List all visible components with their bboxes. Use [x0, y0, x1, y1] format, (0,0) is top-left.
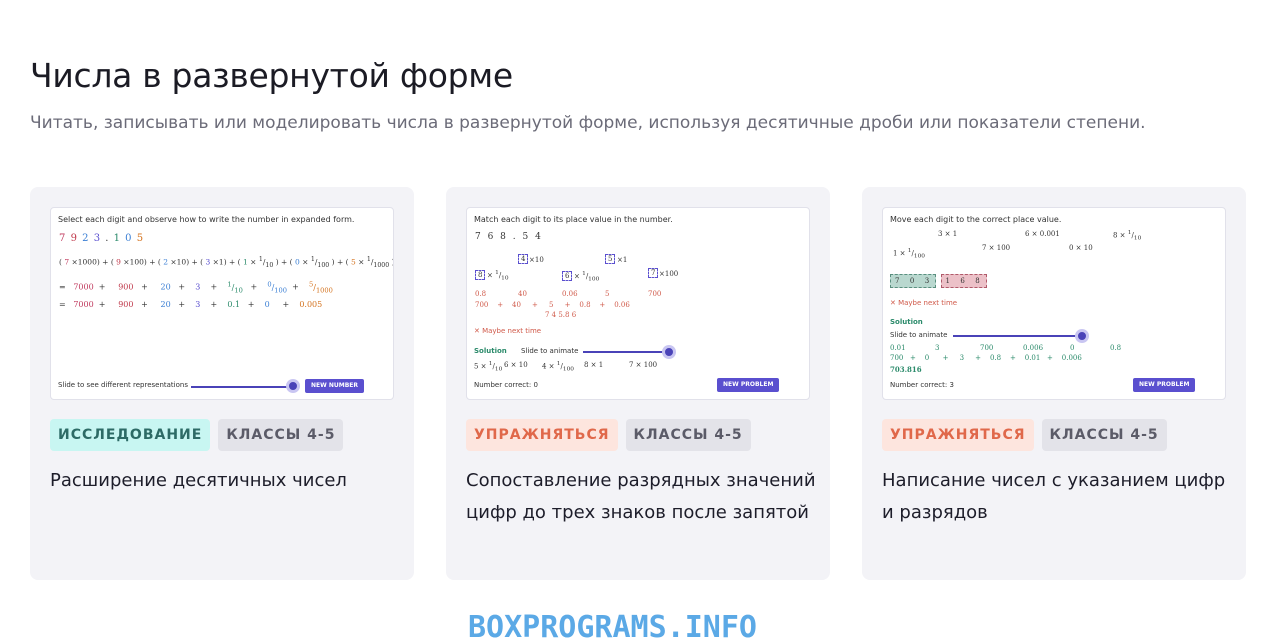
animate-slider-knob[interactable] — [662, 345, 676, 359]
answer-digits: 7 4 5.8 6 — [545, 311, 577, 319]
thumb-instruction: Match each digit to its place value in t… — [474, 215, 673, 224]
activity-thumbnail[interactable]: Select each digit and observe how to wri… — [50, 207, 394, 400]
tag-type: УПРАЖНЯТЬСЯ — [882, 419, 1034, 451]
representation-slider-track[interactable] — [191, 386, 291, 388]
feedback-text: ✕ Maybe next time — [474, 327, 542, 335]
card-title[interactable]: Написание чисел с указанием цифр и разря… — [882, 465, 1232, 529]
new-problem-button[interactable]: NEW PROBLEM — [717, 378, 780, 392]
card-title[interactable]: Сопоставление разрядных значений цифр до… — [466, 465, 816, 529]
page-subtitle: Читать, записывать или моделировать числ… — [30, 113, 1146, 133]
activity-thumbnail[interactable]: Match each digit to its place value in t… — [466, 207, 810, 400]
solution-answer: 703.816 — [890, 365, 922, 374]
tag-grade: КЛАССЫ 4-5 — [625, 419, 751, 451]
slide-label: Slide to animate — [890, 331, 948, 339]
slide-label: Slide to animate — [521, 347, 579, 355]
tag-grade: КЛАССЫ 4-5 — [1041, 419, 1167, 451]
new-problem-button[interactable]: NEW PROBLEM — [1133, 378, 1196, 392]
thumb-row2: = 7000 + 900 + 20 + 3 + 0.1 + 0 + 0.005 — [59, 300, 323, 309]
expanded-sum-row: 700 + 40 + 5 + 0.8 + 0.06 — [475, 301, 630, 309]
score-text: Number correct: 0 — [474, 381, 538, 389]
solution-label: Solution — [890, 318, 923, 326]
solution-sum-row: 700 + 0 + 3 + 0.8 + 0.01 + 0.006 — [890, 354, 1082, 362]
solution-label: Solution — [474, 347, 507, 355]
activity-card-writing-numbers[interactable]: Move each digit to the correct place val… — [862, 187, 1246, 580]
card-tags: УПРАЖНЯТЬСЯ КЛАССЫ 4-5 — [882, 419, 1167, 451]
thumb-row1: = 7000 + 900 + 20 + 3 + 1/10 + 0/100 + 5… — [59, 280, 333, 295]
draggable-terms[interactable]: 3 × 1 6 × 0.001 8 × 1/10 1 × 1/100 7 × 1… — [890, 230, 1220, 270]
activity-card-matching-place-values[interactable]: Match each digit to its place value in t… — [446, 187, 830, 580]
card-tags: УПРАЖНЯТЬСЯ КЛАССЫ 4-5 — [466, 419, 751, 451]
thumb-expression: ( 7 ×1000) + ( 9 ×100) + ( 2 ×10) + ( 3 … — [59, 256, 393, 269]
animate-slider-knob[interactable] — [1075, 329, 1089, 343]
page-title: Числа в развернутой форме — [30, 56, 513, 95]
activity-card-expanding-decimals[interactable]: Select each digit and observe how to wri… — [30, 187, 414, 580]
tag-grade: КЛАССЫ 4-5 — [218, 419, 344, 451]
slider-label: Slide to see different representations — [58, 381, 188, 389]
digit-tiles[interactable]: 7 0 3 1 6 8 — [890, 274, 987, 288]
new-number-button[interactable]: NEW NUMBER — [305, 379, 364, 393]
score-text: Number correct: 3 — [890, 381, 954, 389]
card-tags: ИССЛЕДОВАНИЕ КЛАССЫ 4-5 — [50, 419, 344, 451]
tag-type: ИССЛЕДОВАНИЕ — [50, 419, 211, 451]
thumb-number: 7 6 8 . 5 4 — [475, 232, 543, 242]
thumb-number: 7 9 2 3 . 1 0 5 — [59, 233, 145, 244]
representation-slider-knob[interactable] — [286, 379, 300, 393]
activity-thumbnail[interactable]: Move each digit to the correct place val… — [882, 207, 1226, 400]
tag-type: УПРАЖНЯТЬСЯ — [466, 419, 618, 451]
animate-slider-track[interactable] — [583, 351, 669, 353]
animate-slider-track[interactable] — [953, 335, 1081, 337]
card-title[interactable]: Расширение десятичных чисел — [50, 465, 400, 497]
thumb-instruction: Move each digit to the correct place val… — [890, 215, 1062, 224]
thumb-instruction: Select each digit and observe how to wri… — [58, 215, 355, 224]
feedback-text: ✕ Maybe next time — [890, 299, 958, 307]
watermark-text: BOXPROGRAMS.INFO — [468, 610, 757, 644]
